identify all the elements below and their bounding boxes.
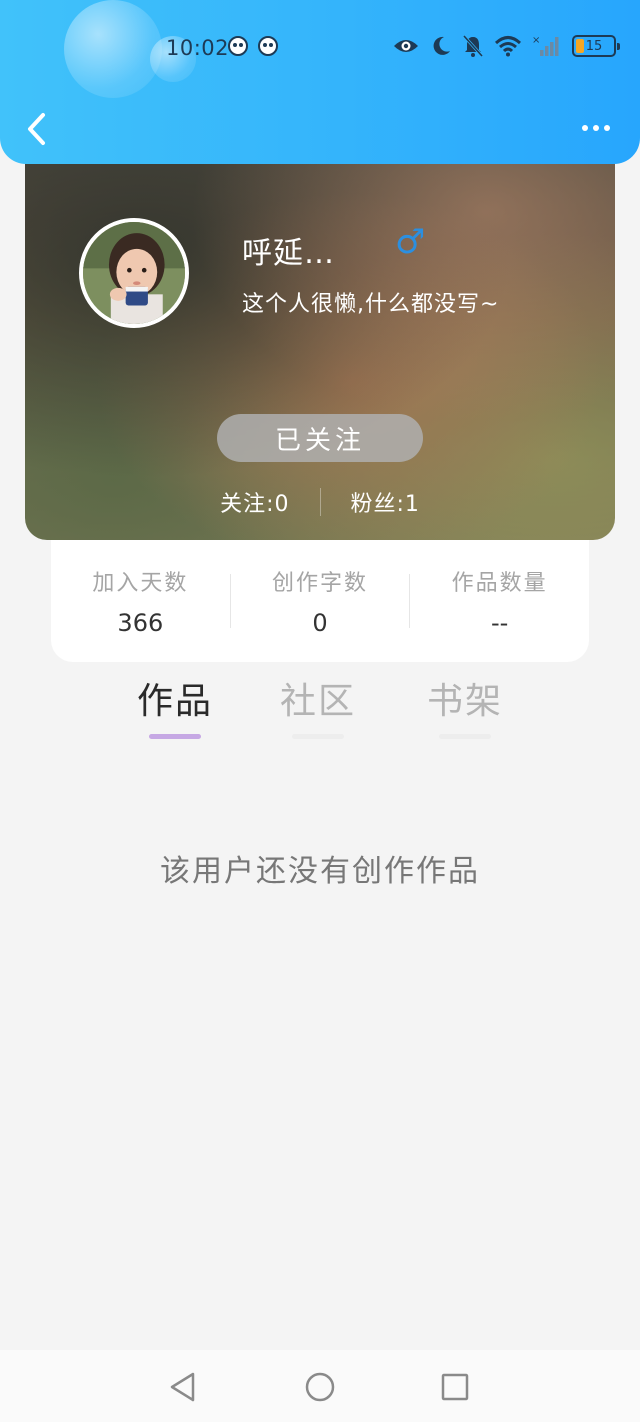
stat-work-count: 作品数量 -- <box>410 565 589 637</box>
battery-icon: 15 <box>572 35 620 57</box>
user-signature: 这个人很懒,什么都没写~ <box>242 292 500 317</box>
nav-home-button[interactable] <box>303 1370 337 1404</box>
stats-card: 加入天数 366 创作字数 0 作品数量 -- <box>51 540 589 662</box>
signal-icon: × <box>532 34 562 58</box>
tab-label: 社区 <box>279 681 356 722</box>
decor-bubble <box>64 0 162 98</box>
follow-button[interactable]: 已关注 <box>217 414 423 462</box>
tab-label: 书架 <box>426 681 503 722</box>
triangle-back-icon <box>170 1372 195 1402</box>
app-header: 10:02 × 15 <box>0 0 640 164</box>
square-recents-icon <box>441 1373 469 1401</box>
stat-join-days: 加入天数 366 <box>51 565 230 637</box>
more-dot <box>604 125 610 131</box>
back-button[interactable] <box>18 108 54 150</box>
notification-app-icon <box>258 36 278 56</box>
eye-icon <box>392 36 420 56</box>
tab-label: 作品 <box>136 681 213 722</box>
more-button[interactable] <box>576 114 616 142</box>
stat-label: 创作字数 <box>272 571 369 596</box>
stat-word-count: 创作字数 0 <box>231 565 410 637</box>
tab-indicator <box>149 734 201 739</box>
stat-value: -- <box>491 609 509 637</box>
profile-card: 呼延… ♂ 这个人很懒,什么都没写~ 已关注 关注:0 粉丝:1 <box>25 140 615 540</box>
empty-state-message: 该用户还没有创作作品 <box>160 854 480 889</box>
male-icon: ♂ <box>395 222 426 262</box>
tab-community[interactable]: 社区 <box>258 672 378 739</box>
follow-stats: 关注:0 粉丝:1 <box>25 484 615 520</box>
more-dot <box>593 125 599 131</box>
moon-icon <box>430 35 452 57</box>
nav-recents-button[interactable] <box>438 1370 472 1404</box>
tab-indicator <box>439 734 491 739</box>
nav-back-button[interactable] <box>166 1370 200 1404</box>
stat-value: 366 <box>117 609 164 637</box>
system-nav-bar <box>0 1350 640 1422</box>
circle-home-icon <box>305 1372 335 1402</box>
notification-app-icon <box>228 36 248 56</box>
tab-bookshelf[interactable]: 书架 <box>405 672 525 739</box>
stat-label: 加入天数 <box>92 571 189 596</box>
wifi-icon <box>494 35 522 57</box>
chevron-left-icon <box>28 113 45 145</box>
tab-works[interactable]: 作品 <box>115 672 235 739</box>
svg-text:×: × <box>532 35 540 46</box>
stat-value: 0 <box>312 609 328 637</box>
status-time: 10:02 <box>166 36 230 60</box>
more-dot <box>582 125 588 131</box>
followers-count[interactable]: 粉丝:1 <box>321 486 450 518</box>
stat-label: 作品数量 <box>451 571 548 596</box>
tab-indicator <box>292 734 344 739</box>
following-count[interactable]: 关注:0 <box>190 486 319 518</box>
bell-muted-icon <box>462 34 484 58</box>
avatar[interactable] <box>79 218 189 328</box>
content-tabs: 作品 社区 书架 <box>0 672 640 752</box>
status-icons: × 15 <box>392 32 620 60</box>
user-nickname: 呼延… <box>242 236 335 271</box>
